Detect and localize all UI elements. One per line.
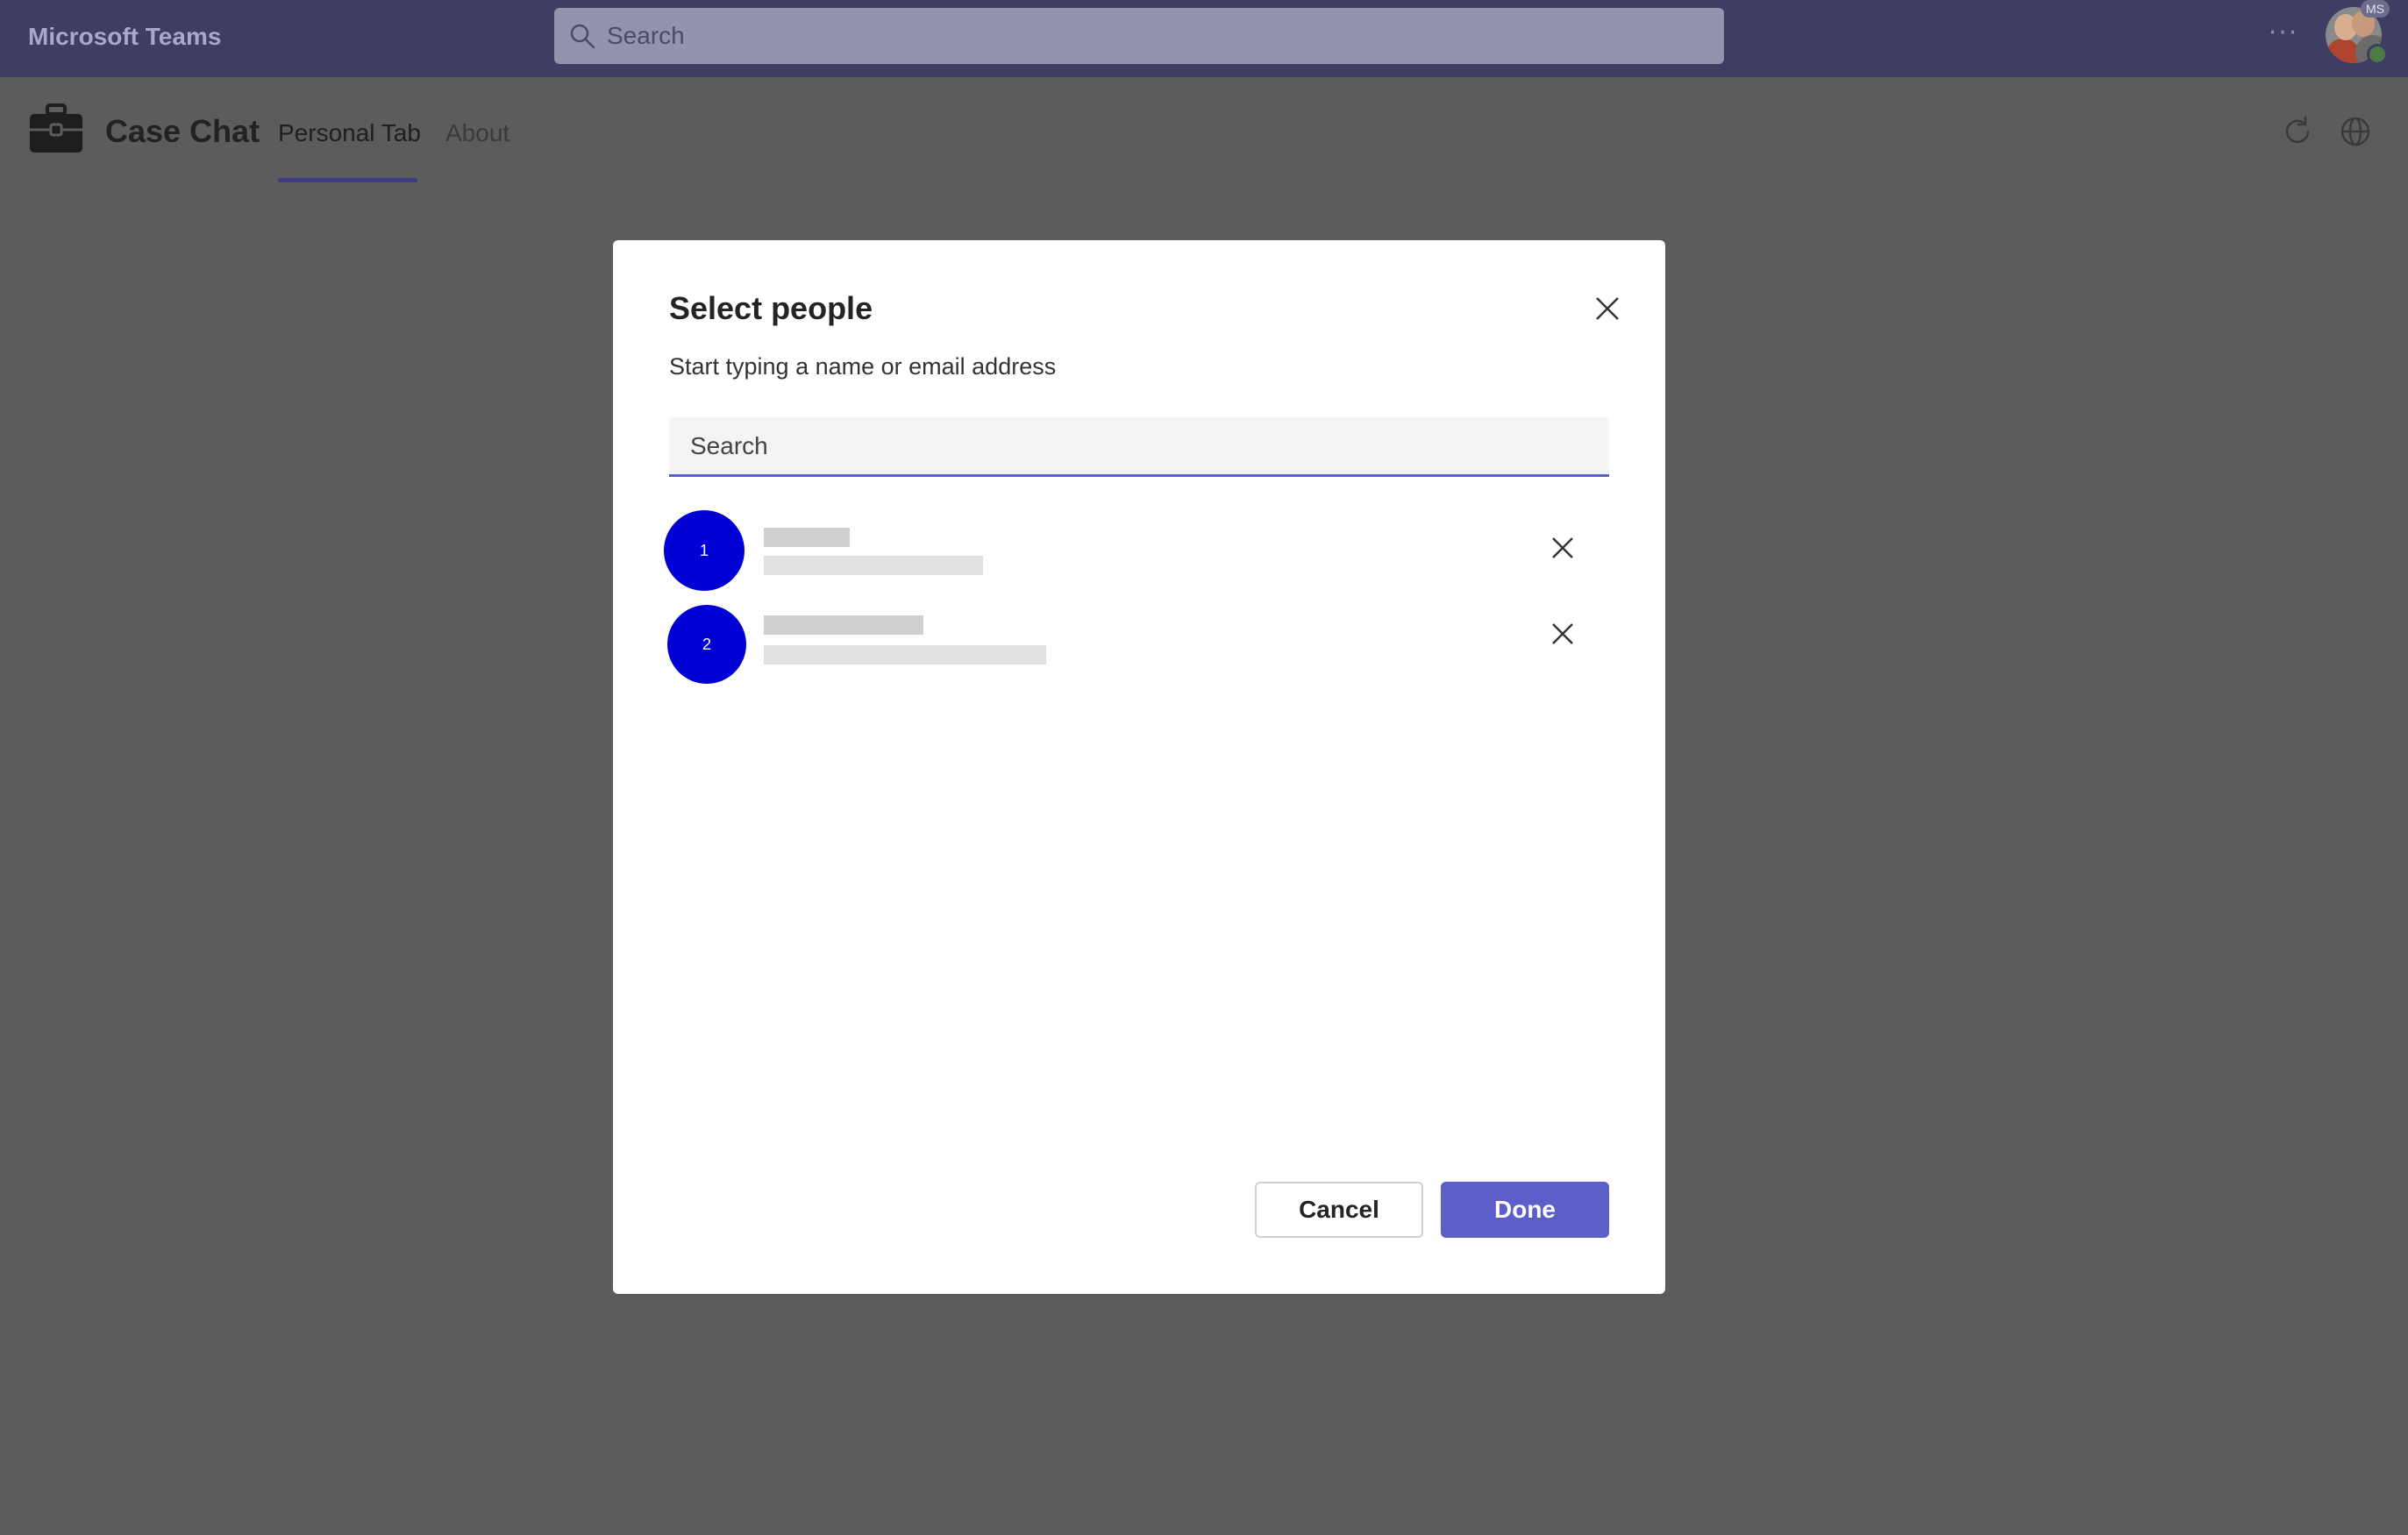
- active-tab-indicator: [278, 178, 417, 182]
- selected-person: 1: [664, 510, 1628, 594]
- person-email-redacted: [764, 556, 983, 575]
- remove-person-icon[interactable]: [1550, 535, 1576, 561]
- more-options-button[interactable]: ···: [2264, 16, 2303, 54]
- top-bar: Microsoft Teams Search ··· MS: [0, 0, 2408, 77]
- remove-person-icon[interactable]: [1550, 621, 1576, 647]
- dialog-title: Select people: [669, 290, 873, 326]
- app-brand: Microsoft Teams: [28, 23, 222, 50]
- person-email-redacted: [764, 645, 1046, 664]
- avatar: 2: [667, 605, 746, 684]
- person-name-redacted: [764, 615, 923, 635]
- cancel-button[interactable]: Cancel: [1255, 1182, 1423, 1238]
- dialog-subtitle: Start typing a name or email address: [669, 353, 1057, 380]
- global-search-box[interactable]: Search: [554, 8, 1724, 64]
- search-icon: [570, 24, 595, 49]
- app-title: Case Chat: [105, 113, 260, 149]
- select-people-dialog: Select people Start typing a name or ema…: [613, 240, 1665, 1294]
- globe-icon[interactable]: [2338, 114, 2373, 149]
- avatar: 1: [664, 510, 744, 591]
- close-icon[interactable]: [1593, 295, 1621, 323]
- refresh-icon[interactable]: [2280, 114, 2315, 149]
- global-search-placeholder: Search: [607, 22, 685, 49]
- presence-indicator: [2367, 44, 2388, 65]
- tab-personal[interactable]: Personal Tab: [278, 117, 421, 149]
- people-search-input[interactable]: [669, 417, 1609, 477]
- done-button[interactable]: Done: [1441, 1182, 1609, 1238]
- briefcase-icon: [30, 103, 82, 153]
- tab-about[interactable]: About: [445, 117, 509, 149]
- account-badge: MS: [2361, 0, 2390, 18]
- person-name-redacted: [764, 528, 850, 547]
- selected-person: 2: [664, 605, 1628, 689]
